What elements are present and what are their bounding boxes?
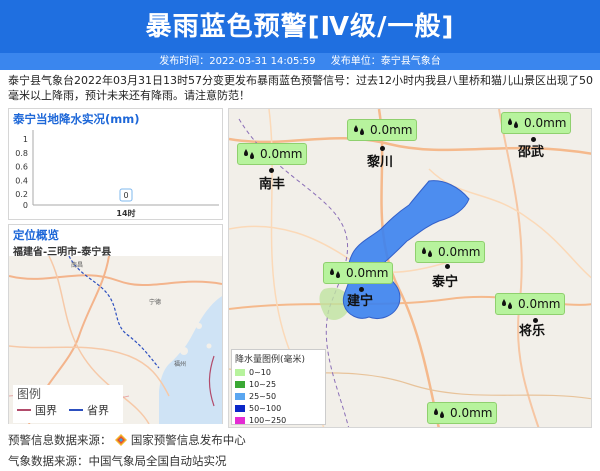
raindrops-icon — [508, 118, 518, 128]
raindrops-icon — [244, 149, 254, 159]
rain-legend-swatch — [235, 368, 245, 376]
page-title: 暴雨蓝色预警[Ⅳ级/一般] — [145, 12, 455, 42]
callout-value: 0.0mm — [260, 147, 303, 161]
rain-legend-item: 10~25 — [235, 378, 322, 390]
city-dot-taining — [445, 264, 450, 269]
x-tick-label: 14时 — [116, 208, 135, 218]
national-border-swatch — [17, 408, 31, 411]
publish-unit: 发布单位：泰宁县气象台 — [330, 56, 441, 67]
rain-legend-item: 100~250 — [235, 414, 322, 426]
rain-map[interactable]: 黎川 邵武 南丰 泰宁 建宁 将乐 0.0mm 0.0mm 0.0mm 0.0m… — [228, 108, 592, 428]
svg-text:宁德: 宁德 — [149, 298, 161, 306]
rain-legend-label: 100~250 — [249, 415, 287, 425]
warning-source: 预警信息数据来源： 国家预警信息发布中心 — [8, 432, 246, 448]
warning-source-link[interactable]: 国家预警信息发布中心 — [131, 433, 246, 447]
svg-text:南昌: 南昌 — [71, 261, 83, 269]
rain-legend: 降水量图例(毫米) 0~10 10~25 25~50 50~100 100~250 — [231, 349, 326, 425]
rain-callout-jianning[interactable]: 0.0mm — [323, 262, 393, 284]
national-border-label: 国界 — [35, 403, 57, 417]
rain-panel: 泰宁当地降水实况(mm) 1 0.8 0.6 0.4 0.2 0 0 14时 — [8, 108, 223, 220]
city-label-nanfeng: 南丰 — [259, 177, 286, 192]
rain-legend-swatch — [235, 392, 245, 400]
raindrops-icon — [354, 125, 364, 135]
rain-callout-taining[interactable]: 0.0mm — [415, 241, 485, 263]
y-tick-label: 0.8 — [15, 149, 28, 158]
location-panel: 定位概览 福建省-三明市-泰宁县 南昌 宁德 福州 三明 图例 国界 省界 — [8, 224, 223, 424]
location-legend-title: 图例 — [17, 387, 42, 401]
callout-value: 0.0mm — [518, 297, 561, 311]
rain-legend-title: 降水量图例(毫米) — [235, 355, 306, 365]
rain-callout-nanfeng[interactable]: 0.0mm — [237, 143, 307, 165]
location-legend: 图例 国界 省界 — [13, 385, 123, 423]
rain-legend-item: 50~100 — [235, 402, 322, 414]
warning-center-logo-icon — [115, 434, 128, 446]
callout-value: 0.0mm — [346, 266, 389, 280]
warning-description: 泰宁县气象台2022年03月31日13时57分变更发布暴雨蓝色预警信号：过去12… — [8, 74, 593, 102]
rain-legend-label: 0~10 — [249, 367, 271, 377]
y-tick-label: 0 — [23, 201, 28, 210]
province-border-swatch — [69, 408, 83, 411]
raindrops-icon — [330, 268, 340, 278]
province-border-label: 省界 — [87, 403, 109, 417]
warning-source-label: 预警信息数据来源： — [8, 433, 112, 447]
y-tick-label: 1 — [23, 135, 28, 144]
header: 暴雨蓝色预警[Ⅳ级/一般] — [0, 0, 600, 53]
rain-legend-label: 50~100 — [249, 403, 282, 413]
callout-value: 0.0mm — [438, 245, 481, 259]
rain-legend-item: 0~10 — [235, 366, 322, 378]
data-source: 气象数据来源：中国气象局全国自动站实况 — [8, 454, 227, 468]
rain-callout-south[interactable]: 0.0mm — [427, 402, 497, 424]
callout-value: 0.0mm — [524, 116, 567, 130]
raindrops-icon — [502, 299, 512, 309]
city-label-taining: 泰宁 — [432, 275, 459, 290]
location-panel-title: 定位概览 — [13, 228, 59, 242]
city-label-lichuan: 黎川 — [367, 155, 394, 170]
rain-callout-lichuan[interactable]: 0.0mm — [347, 119, 417, 141]
rain-legend-label: 10~25 — [249, 379, 277, 389]
raindrops-icon — [422, 247, 432, 257]
rain-callout-shaowu[interactable]: 0.0mm — [501, 112, 571, 134]
raindrops-icon — [434, 408, 444, 418]
publish-time: 发布时间：2022-03-31 14:05:59 — [159, 56, 316, 67]
rain-chart: 1 0.8 0.6 0.4 0.2 0 0 14时 — [15, 130, 219, 218]
legend-item-national-border: 国界 — [17, 402, 57, 417]
callout-value: 0.0mm — [450, 406, 493, 420]
city-label-jianning: 建宁 — [347, 294, 374, 309]
data-label: 0 — [123, 191, 128, 200]
y-tick-label: 0.4 — [15, 176, 28, 185]
rain-panel-title: 泰宁当地降水实况(mm) — [13, 112, 140, 126]
publish-info-bar: 发布时间：2022-03-31 14:05:59 发布单位：泰宁县气象台 — [0, 53, 600, 70]
rain-legend-swatch — [235, 404, 245, 412]
y-tick-label: 0.6 — [15, 163, 28, 172]
rain-legend-swatch — [235, 380, 245, 388]
rain-callout-jiangle[interactable]: 0.0mm — [495, 293, 565, 315]
city-label-shaowu: 邵武 — [518, 145, 545, 160]
y-tick-label: 0.2 — [15, 190, 28, 199]
rain-legend-swatch — [235, 416, 245, 424]
city-label-jiangle: 将乐 — [519, 324, 546, 339]
svg-text:福州: 福州 — [174, 360, 186, 368]
callout-value: 0.0mm — [370, 123, 413, 137]
legend-item-province-border: 省界 — [69, 402, 109, 417]
rain-legend-label: 25~50 — [249, 391, 277, 401]
rain-legend-item: 25~50 — [235, 390, 322, 402]
